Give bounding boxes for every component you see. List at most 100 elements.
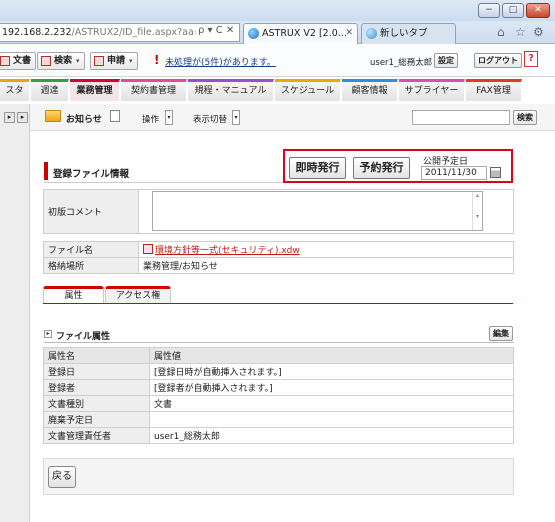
footer-panel: 戻る	[43, 458, 514, 495]
new-tab-icon	[366, 28, 377, 39]
warning-icon: !	[154, 53, 160, 67]
home-icon[interactable]: ⌂	[497, 25, 505, 39]
apply-menu-icon	[94, 56, 104, 66]
nav-tab-label: 顧客情報	[351, 86, 388, 96]
section-title: 登録ファイル情報	[53, 169, 130, 180]
scroll-up-icon[interactable]: ▴	[473, 192, 482, 199]
user-name: user1_総務太郎	[370, 58, 433, 68]
logout-button[interactable]: ログアウト	[474, 53, 522, 68]
nav-tab-contracts[interactable]: 契約書管理	[121, 79, 187, 101]
tools-gear-icon[interactable]: ⚙	[533, 25, 544, 39]
maximize-button[interactable]: □	[502, 3, 524, 18]
document-icon	[0, 56, 10, 66]
attr-name: 文書管理責任者	[43, 427, 150, 444]
expand-arrow-icon[interactable]: ▸	[44, 330, 52, 338]
nav-tab-label: 業務管理	[76, 86, 113, 96]
file-link[interactable]: 環境方針等一式(セキュリティ).xdw	[155, 246, 300, 256]
header-attr-value: 属性値	[149, 347, 514, 364]
chevron-down-icon: ▾	[76, 57, 80, 65]
table-header-row: 属性名 属性値	[43, 347, 514, 364]
attributes-table: 属性名 属性値 登録日 [登録日時が自動挿入されます。] 登録者 [登録者が自動…	[43, 347, 514, 444]
attr-name: 廃棄予定日	[43, 411, 150, 428]
settings-button[interactable]: 設定	[434, 53, 458, 68]
xdw-file-icon	[143, 244, 153, 254]
nav-tab-1[interactable]: 週達	[31, 79, 69, 101]
table-row: 廃棄予定日	[43, 411, 514, 428]
nav-tab-business[interactable]: 業務管理	[70, 79, 120, 101]
address-tools[interactable]: ρ ▾ C ✕	[196, 25, 237, 36]
close-window-button[interactable]: ✕	[526, 3, 550, 18]
table-row: 登録日 [登録日時が自動挿入されます。]	[43, 363, 514, 380]
comment-label: 初版コメント	[43, 189, 139, 234]
properties-icon[interactable]	[110, 110, 120, 122]
tab-astrux[interactable]: ASTRUX V2 [2.0... ✕	[243, 23, 358, 44]
table-row: 登録者 [登録者が自動挿入されます。]	[43, 379, 514, 396]
ie-logo-icon	[248, 28, 259, 39]
folder-icon	[45, 110, 61, 122]
minimize-button[interactable]: −	[478, 3, 500, 18]
scheduled-publish-button[interactable]: 予約発行	[353, 157, 410, 179]
tab-new[interactable]: 新しいタブ	[361, 23, 456, 44]
apply-menu-button[interactable]: 申請 ▾	[90, 52, 138, 70]
documents-button[interactable]: 文書	[0, 52, 37, 70]
documents-label: 文書	[13, 56, 32, 66]
scroll-down-icon[interactable]: ▾	[473, 213, 482, 220]
address-host: 192.168.2.232	[2, 27, 72, 38]
nav-tab-0[interactable]: スタ	[0, 79, 30, 101]
nav-tab-schedule[interactable]: スケジュール	[275, 79, 341, 101]
search-menu-button[interactable]: 検索 ▾	[37, 52, 85, 70]
attr-value: [登録日時が自動挿入されます。]	[149, 363, 514, 380]
section-accent	[44, 162, 48, 180]
publish-panel: 即時発行 予約発行 公開予定日 2011/11/30	[283, 149, 513, 183]
view-switch-menu[interactable]: 表示切替	[193, 113, 227, 125]
operation-menu[interactable]: 操作	[142, 113, 159, 125]
location-label: 格納場所	[43, 257, 139, 274]
nav-tab-customers[interactable]: 顧客情報	[342, 79, 398, 101]
immediate-publish-button[interactable]: 即時発行	[289, 157, 346, 179]
operation-dropdown-icon[interactable]: ▾	[165, 110, 173, 125]
file-name-cell: 環境方針等一式(セキュリティ).xdw	[138, 241, 514, 258]
publish-date-input[interactable]: 2011/11/30	[421, 166, 487, 180]
location-value: 業務管理/お知らせ	[138, 257, 514, 274]
back-button[interactable]: 戻る	[48, 466, 76, 488]
comment-scrollbar[interactable]: ▴ ▾	[472, 192, 482, 230]
edit-button[interactable]: 編集	[489, 326, 513, 341]
tab-new-label: 新しいタブ	[380, 28, 428, 39]
logout-label: ログアウト	[478, 56, 518, 65]
comment-textarea[interactable]	[152, 191, 483, 231]
tab-attributes[interactable]: 属性	[43, 286, 104, 304]
tab-access-rights[interactable]: アクセス権	[105, 286, 171, 304]
attributes-title: ファイル属性	[56, 332, 111, 342]
current-folder-label[interactable]: お知らせ	[66, 112, 102, 125]
view-switch-dropdown-icon[interactable]: ▾	[232, 110, 240, 125]
file-info-table: ファイル名 環境方針等一式(セキュリティ).xdw 格納場所 業務管理/お知らせ	[43, 241, 514, 274]
nav-tab-fax[interactable]: FAX管理	[466, 79, 522, 101]
chevron-down-icon: ▾	[129, 57, 133, 65]
table-row: 文書管理責任者 user1_総務太郎	[43, 427, 514, 444]
table-row: 文書種別 文書	[43, 395, 514, 412]
attr-name: 文書種別	[43, 395, 150, 412]
nav-tab-rules[interactable]: 規程・マニュアル	[188, 79, 274, 101]
tab-underline	[43, 303, 513, 304]
nav-tab-label: FAX管理	[476, 86, 511, 96]
unprocessed-link[interactable]: 未処理が(5件)があります。	[165, 55, 276, 68]
nav-tab-label: スケジュール	[280, 86, 335, 96]
attr-value: [登録者が自動挿入されます。]	[149, 379, 514, 396]
search-menu-label: 検索	[54, 56, 73, 66]
help-button[interactable]: ?	[524, 51, 538, 67]
divider	[44, 342, 514, 343]
attr-value: user1_総務太郎	[149, 427, 514, 444]
tab-close-icon[interactable]: ✕	[345, 24, 353, 43]
browser-address-row: 192.168.2.232/ASTRUX2/ID_file.aspx?aa=0&…	[0, 21, 555, 44]
expand-right-icon[interactable]: ▸	[17, 112, 28, 123]
calendar-icon[interactable]	[490, 167, 501, 178]
nav-tab-suppliers[interactable]: サプライヤー	[399, 79, 465, 101]
search-button[interactable]: 検索	[513, 110, 537, 125]
attr-name: 登録者	[43, 379, 150, 396]
collapse-left-icon[interactable]: ▸	[4, 112, 15, 123]
address-path: /ASTRUX2/ID_file.aspx?aa=0&	[71, 27, 216, 38]
apply-menu-label: 申請	[107, 56, 126, 66]
search-menu-icon	[41, 56, 51, 66]
search-input[interactable]	[412, 110, 510, 125]
favorites-icon[interactable]: ☆	[515, 25, 526, 39]
